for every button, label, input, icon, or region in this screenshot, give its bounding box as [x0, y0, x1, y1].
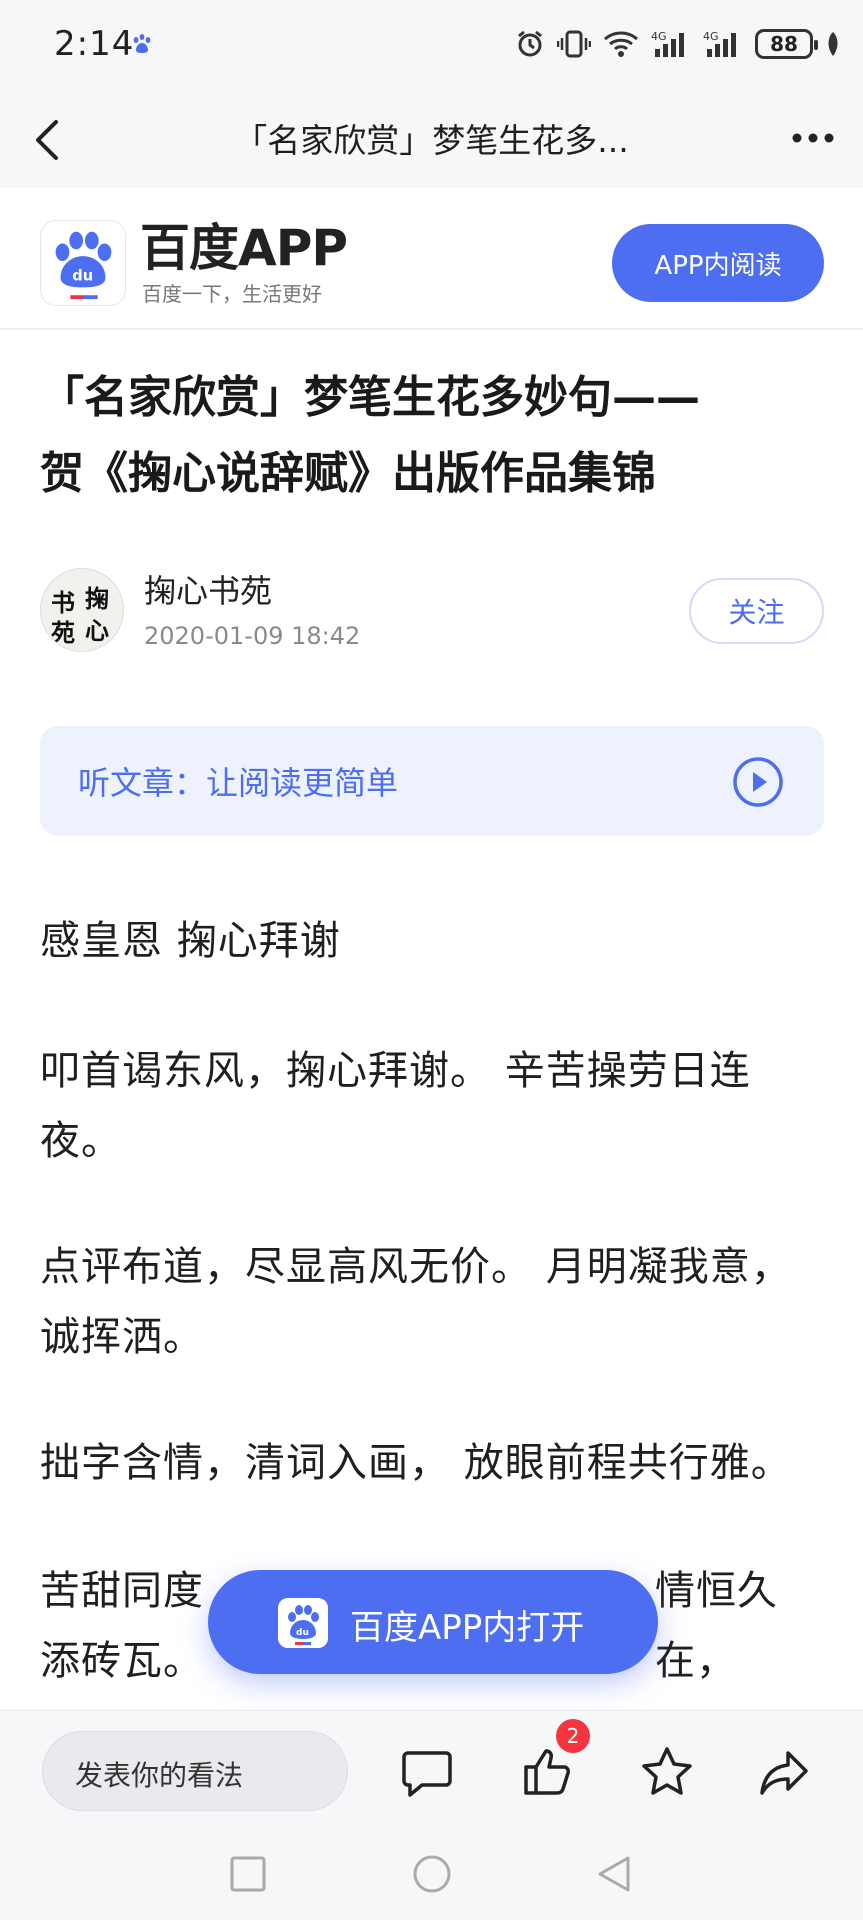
svg-text:4G: 4G: [703, 30, 719, 43]
baidu-app-icon: du: [278, 1598, 328, 1648]
system-navigation-bar: [0, 1830, 863, 1920]
baidu-app-logo: du: [40, 220, 126, 306]
vibrate-icon: [557, 30, 591, 58]
author-avatar[interactable]: 书 掬 苑 心: [40, 568, 124, 652]
baidu-paw-icon: [133, 34, 151, 53]
battery-level: 88: [770, 32, 798, 56]
bottom-action-bar: 发表你的看法 2: [0, 1710, 863, 1830]
leaf-icon: [828, 32, 838, 56]
avatar-char: 心: [85, 616, 109, 645]
author-name[interactable]: 掬心书苑: [144, 566, 272, 612]
svg-text:du: du: [72, 268, 93, 285]
article-paragraph: 拙字含情，清词入画， 放眼前程共行雅。: [40, 1440, 792, 1486]
follow-button[interactable]: 关注: [689, 578, 824, 644]
article-paragraph: 感皇恩 掬心拜谢: [40, 918, 341, 964]
like-icon[interactable]: [520, 1745, 574, 1799]
status-time: 2:14: [54, 24, 135, 64]
status-bar: 2:14 4G 4G 88: [0, 0, 863, 88]
comment-icon[interactable]: [400, 1745, 454, 1799]
svg-text:du: du: [296, 1628, 309, 1638]
signal-4g-icon: 4G: [703, 30, 736, 57]
article-paragraph: 叩首谒东风，掬心拜谢。 辛苦操劳日连夜。: [40, 1048, 751, 1164]
brand-name: 百度APP: [140, 219, 348, 277]
share-arrow-icon[interactable]: [758, 1745, 812, 1799]
brand-banner: du 百度APP 百度一下，生活更好 APP内阅读: [0, 188, 863, 330]
signal-4g-icon: 4G: [651, 30, 684, 57]
battery-icon: 88: [755, 29, 818, 59]
play-icon[interactable]: [732, 756, 784, 808]
wifi-icon: [604, 31, 638, 57]
article-title-line: 贺《掬心说辞赋》出版作品集锦: [40, 448, 656, 499]
article-paragraph: 点评布道，尽显高风无价。 月明凝我意，诚挥洒。: [40, 1244, 792, 1360]
comment-placeholder: 发表你的看法: [75, 1759, 244, 1792]
home-icon[interactable]: [410, 1852, 454, 1896]
nav-title: 「名家欣赏」梦笔生花多...: [234, 121, 629, 160]
svg-text:4G: 4G: [651, 30, 667, 43]
publish-date: 2020-01-09 18:42: [144, 622, 361, 650]
recent-apps-icon[interactable]: [226, 1852, 270, 1896]
article-title-line: 「名家欣赏」梦笔生花多妙句——: [40, 372, 700, 423]
more-options-icon[interactable]: [791, 128, 835, 148]
back-arrow-icon[interactable]: [28, 116, 68, 164]
status-icons: 4G 4G 88: [515, 24, 841, 64]
read-in-app-button[interactable]: APP内阅读: [612, 224, 824, 302]
nav-header: 「名家欣赏」梦笔生花多...: [0, 88, 863, 188]
comment-input[interactable]: 发表你的看法: [42, 1731, 348, 1811]
listen-article-banner[interactable]: 听文章：让阅读更简单: [40, 726, 824, 836]
open-in-app-label: 百度APP内打开: [350, 1608, 585, 1648]
favorite-star-icon[interactable]: [640, 1745, 694, 1799]
avatar-char: 苑: [51, 618, 75, 647]
listen-label: 听文章：让阅读更简单: [78, 764, 399, 802]
system-back-icon[interactable]: [592, 1852, 636, 1896]
like-count-badge: 2: [556, 1719, 590, 1753]
open-in-app-button[interactable]: du 百度APP内打开: [208, 1570, 658, 1674]
alarm-icon: [518, 30, 542, 57]
brand-slogan: 百度一下，生活更好: [142, 282, 322, 306]
avatar-char: 掬: [85, 584, 109, 613]
article-title: 「名家欣赏」梦笔生花多妙句—— 贺《掬心说辞赋》出版作品集锦: [40, 360, 830, 512]
